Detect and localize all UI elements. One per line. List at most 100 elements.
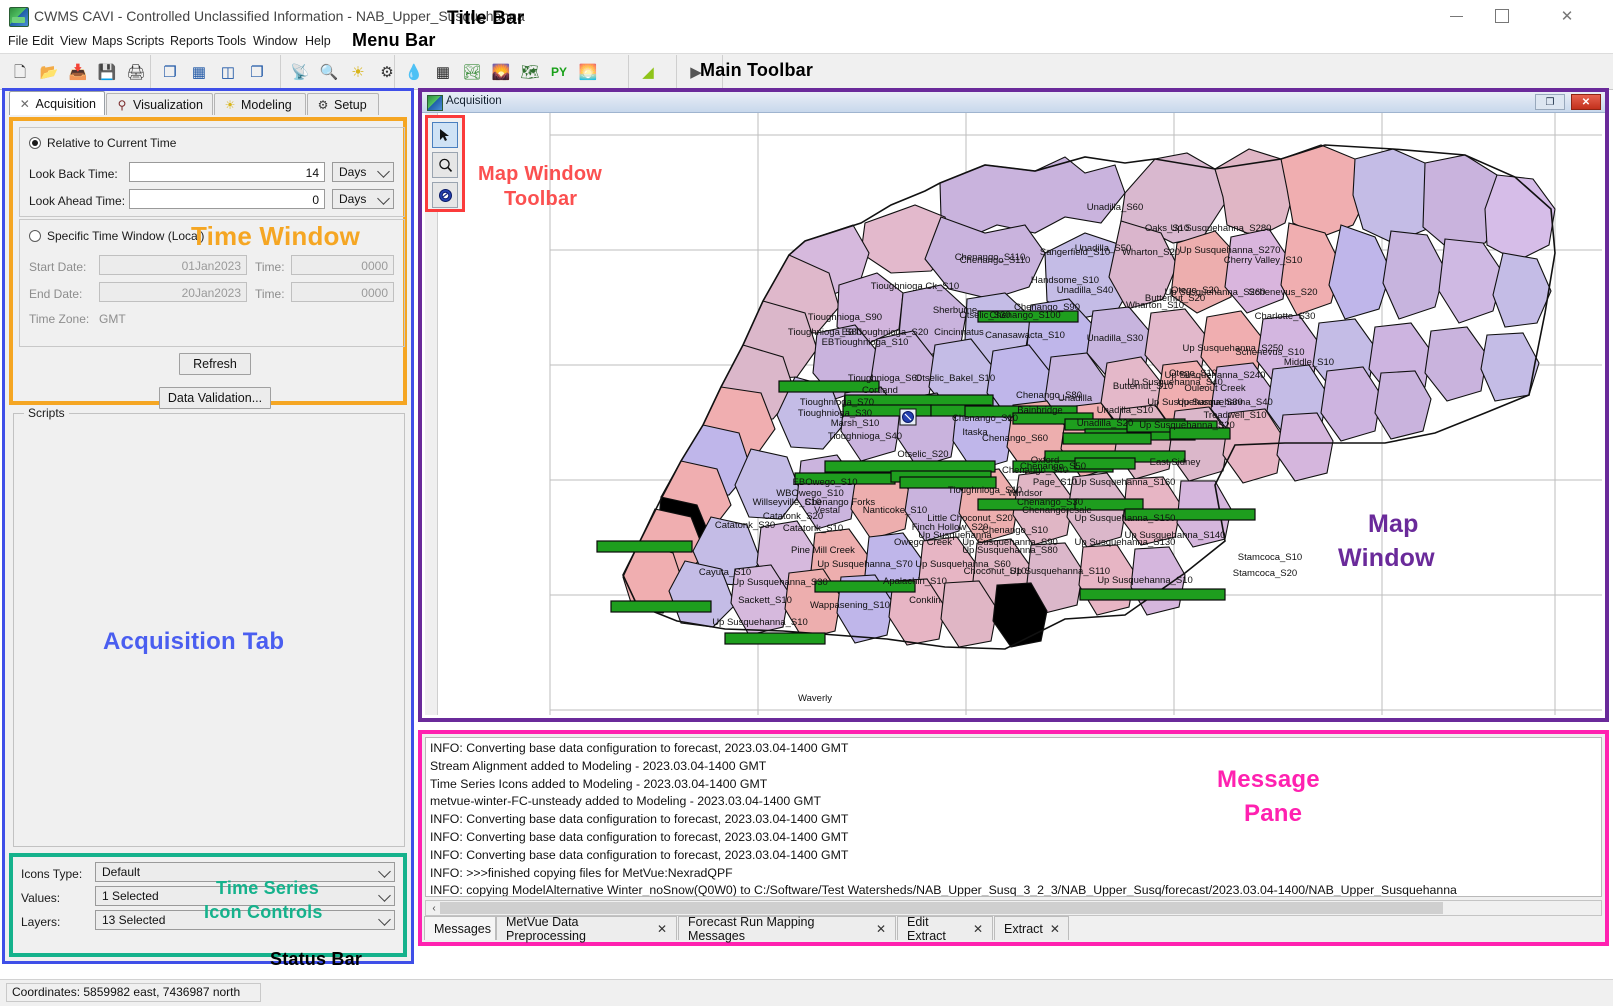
cascade-windows-icon[interactable]: ❐ xyxy=(245,60,269,84)
tab-acquisition[interactable]: ✕ Acquisition xyxy=(9,91,105,115)
scroll-left-arrow-icon[interactable]: ‹ xyxy=(428,902,440,914)
start-date-input[interactable]: 01Jan2023 xyxy=(99,255,247,275)
distribution-icon[interactable]: ◢ xyxy=(636,60,660,84)
precip-grid-icon[interactable]: 🌄 xyxy=(489,60,513,84)
station-marker xyxy=(899,408,917,426)
coordinates-readout: Coordinates: 5859982 east, 7436987 north xyxy=(6,983,261,1002)
map-label: Up Susquehanna_S150 xyxy=(1075,513,1176,524)
message-line: metvue-winter-FC-unsteady added to Model… xyxy=(430,794,821,809)
look-back-units-combo[interactable]: Days xyxy=(332,162,394,182)
look-ahead-time-input[interactable]: 0 xyxy=(129,189,325,209)
annotation-map-window-line2: Window xyxy=(1338,544,1435,572)
menu-item-view[interactable]: View xyxy=(60,34,87,48)
map-window-close-button[interactable]: ✕ xyxy=(1571,94,1601,110)
water-drop-icon[interactable]: 💧 xyxy=(402,60,426,84)
time-window-group: Relative to Current Time Look Back Time:… xyxy=(9,117,407,409)
start-time-input[interactable]: 0000 xyxy=(291,255,394,275)
open-watershed-icon[interactable]: 📂 xyxy=(37,60,61,84)
look-ahead-units-combo[interactable]: Days xyxy=(332,189,394,209)
end-time-label: Time: xyxy=(255,287,285,301)
map-label: Unadilla_S10 xyxy=(1097,405,1154,416)
chevron-down-icon xyxy=(378,889,391,902)
landcover-icon[interactable]: 🗺 xyxy=(518,60,542,84)
menu-item-help[interactable]: Help xyxy=(305,34,331,48)
scrollbar-thumb[interactable] xyxy=(440,902,1443,914)
visualization-icon[interactable]: 🔍 xyxy=(317,60,341,84)
map-label: Charlotte_S30 xyxy=(1255,311,1316,322)
map-label: Up Susquehanna_S160 xyxy=(1075,477,1176,488)
message-tab-forecast-run-mapping-messages[interactable]: Forecast Run Mapping Messages ✕ xyxy=(678,915,896,943)
look-back-time-label: Look Back Time: xyxy=(29,167,118,181)
message-tab-edit-extract[interactable]: Edit Extract ✕ xyxy=(897,915,993,943)
pan-globe-tool-icon[interactable] xyxy=(432,182,458,208)
map-window-restore-button[interactable]: ❐ xyxy=(1535,94,1565,110)
pointer-tool-icon[interactable] xyxy=(432,122,458,148)
refresh-button[interactable]: Refresh xyxy=(179,353,251,375)
map-label: Pine Mill Creek xyxy=(791,545,855,556)
menu-item-edit[interactable]: Edit xyxy=(32,34,54,48)
tab-setup[interactable]: ⚙ Setup xyxy=(307,93,379,115)
close-icon[interactable]: ✕ xyxy=(973,922,983,936)
copy-layout-icon[interactable]: ❐ xyxy=(158,60,182,84)
menu-item-maps[interactable]: Maps xyxy=(92,34,123,48)
menu-item-window[interactable]: Window xyxy=(253,34,297,48)
map-canvas[interactable]: Chenango_S110 Unadilla_S60 Oaks_S10 Up Susq… xyxy=(425,113,1602,715)
chevron-down-icon xyxy=(377,192,390,205)
map-label: Wappasening_S10 xyxy=(810,600,890,611)
close-icon[interactable]: ✕ xyxy=(876,922,886,936)
zoom-tool-icon[interactable] xyxy=(432,152,458,178)
python-script-icon[interactable]: PY xyxy=(547,60,571,84)
message-line: INFO: copying ModelAlternative Winter_no… xyxy=(430,883,1457,897)
map-label: East Sidney xyxy=(1150,457,1201,468)
acquisition-icon[interactable]: 📡 xyxy=(288,60,312,84)
grid-editor-icon[interactable]: ▦ xyxy=(431,60,455,84)
annotation-map-toolbar-line2: Toolbar xyxy=(504,188,578,210)
menu-item-tools[interactable]: Tools xyxy=(217,34,246,48)
annotation-time-window: Time Window xyxy=(191,221,361,251)
time-zone-value: GMT xyxy=(99,312,126,326)
message-list[interactable]: INFO: Converting base data configuration… xyxy=(425,737,1602,897)
modeling-icon[interactable]: ☀ xyxy=(346,60,370,84)
map-label: Up Susquehanna_S20 xyxy=(1139,420,1235,431)
map-layers-icon[interactable]: ▦ xyxy=(187,60,211,84)
map-label: Ouleout Creek xyxy=(1184,383,1246,394)
map-window-title-bar: Acquisition ❐ ✕ xyxy=(422,92,1605,113)
close-icon[interactable]: ✕ xyxy=(657,922,667,936)
import-icon[interactable]: 📥 xyxy=(66,60,90,84)
map-window-icon xyxy=(427,95,443,111)
map-label: Tioughnioga_S40 xyxy=(828,431,902,442)
close-icon[interactable]: ✕ xyxy=(1050,922,1060,936)
end-date-input[interactable]: 20Jan2023 xyxy=(99,282,247,302)
menu-item-file[interactable]: File xyxy=(8,34,28,48)
specific-time-window-radio[interactable] xyxy=(29,230,41,242)
tile-windows-icon[interactable]: ◫ xyxy=(216,60,240,84)
terrain-icon[interactable]: 🏞 xyxy=(460,60,484,84)
map-window-toolbar xyxy=(425,115,465,212)
map-label: Waverly xyxy=(798,693,832,704)
print-icon[interactable]: 🖨 xyxy=(124,60,148,84)
annotation-map-toolbar-line1: Map Window xyxy=(478,163,603,185)
window-minimize-button[interactable] xyxy=(1433,0,1479,32)
raster-icon[interactable]: 🌅 xyxy=(576,60,600,84)
tab-modeling[interactable]: ☀ Modeling xyxy=(214,93,306,115)
window-maximize-button[interactable] xyxy=(1479,0,1525,32)
data-validation-button[interactable]: Data Validation... xyxy=(159,387,271,409)
map-label: Unadilla_S20 xyxy=(1077,418,1134,429)
tab-visualization[interactable]: ⚲ Visualization xyxy=(106,93,213,115)
look-ahead-units-value: Days xyxy=(339,192,367,206)
menu-item-scripts[interactable]: Scripts xyxy=(126,34,164,48)
menu-item-reports[interactable]: Reports xyxy=(170,34,214,48)
watershed-map[interactable]: Chenango_S110Unadilla_S60Oaks_S10Up Susq… xyxy=(425,113,1602,715)
message-tab-metvue-data-preprocessing[interactable]: MetVue Data Preprocessing ✕ xyxy=(496,915,677,943)
end-time-input[interactable]: 0000 xyxy=(291,282,394,302)
time-zone-label: Time Zone: xyxy=(29,312,90,326)
message-tab-messages[interactable]: Messages xyxy=(424,916,496,940)
new-watershed-icon[interactable]: 🗋 xyxy=(8,60,32,84)
map-label: Up Susquehanna_S30 xyxy=(732,577,828,588)
relative-to-current-time-radio[interactable] xyxy=(29,137,41,149)
save-icon[interactable]: 💾 xyxy=(95,60,119,84)
window-close-button[interactable]: ✕ xyxy=(1541,0,1593,32)
message-tab-extract[interactable]: Extract ✕ xyxy=(994,916,1069,940)
map-label: Nanticoke_S10 xyxy=(863,505,927,516)
look-back-time-input[interactable]: 14 xyxy=(129,162,325,182)
